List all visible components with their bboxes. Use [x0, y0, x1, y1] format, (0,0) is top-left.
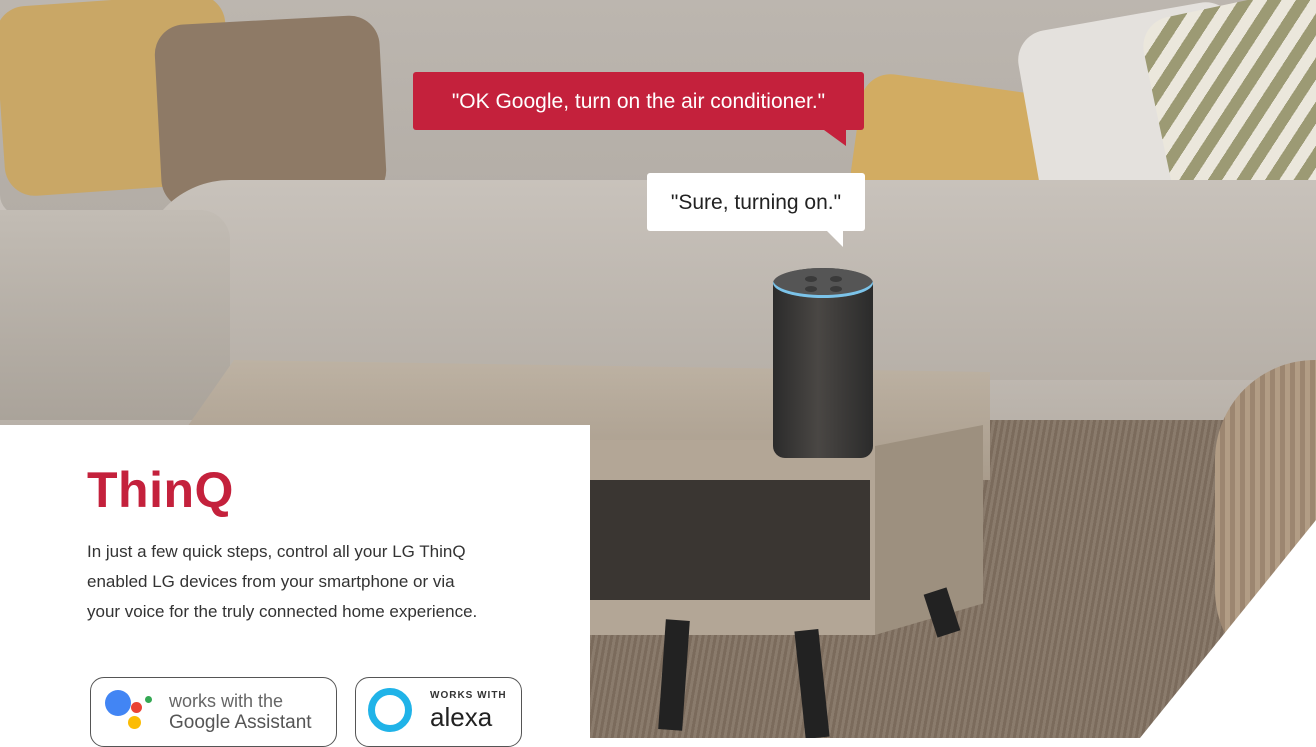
google-assistant-badge[interactable]: works with the Google Assistant [90, 677, 337, 747]
sofa-arm [0, 210, 230, 420]
smart-speaker-top [773, 268, 873, 298]
page-title: ThinQ [87, 462, 234, 518]
alexa-badge-line2: alexa [430, 702, 493, 732]
speech-bubble-reply: "Sure, turning on." [647, 173, 865, 247]
google-dot-green [145, 696, 152, 703]
speaker-button [830, 286, 842, 292]
description: In just a few quick steps, control all y… [87, 542, 478, 621]
google-dot-blue [105, 690, 131, 716]
speaker-button [805, 276, 817, 282]
speech-bubble-command: "OK Google, turn on the air conditioner.… [413, 72, 864, 146]
speaker-button [830, 276, 842, 282]
speaker-button [805, 286, 817, 292]
google-badge-line1: works with the [169, 691, 284, 711]
alexa-badge-line1: WORKS WITH [430, 690, 507, 701]
google-dot-yellow [128, 716, 141, 729]
coffee-table-shelf [590, 480, 870, 600]
google-dot-red [131, 702, 142, 713]
alexa-icon [368, 688, 412, 732]
google-badge-line2: Google Assistant [169, 712, 312, 733]
alexa-badge[interactable]: WORKS WITH alexa [355, 677, 522, 747]
